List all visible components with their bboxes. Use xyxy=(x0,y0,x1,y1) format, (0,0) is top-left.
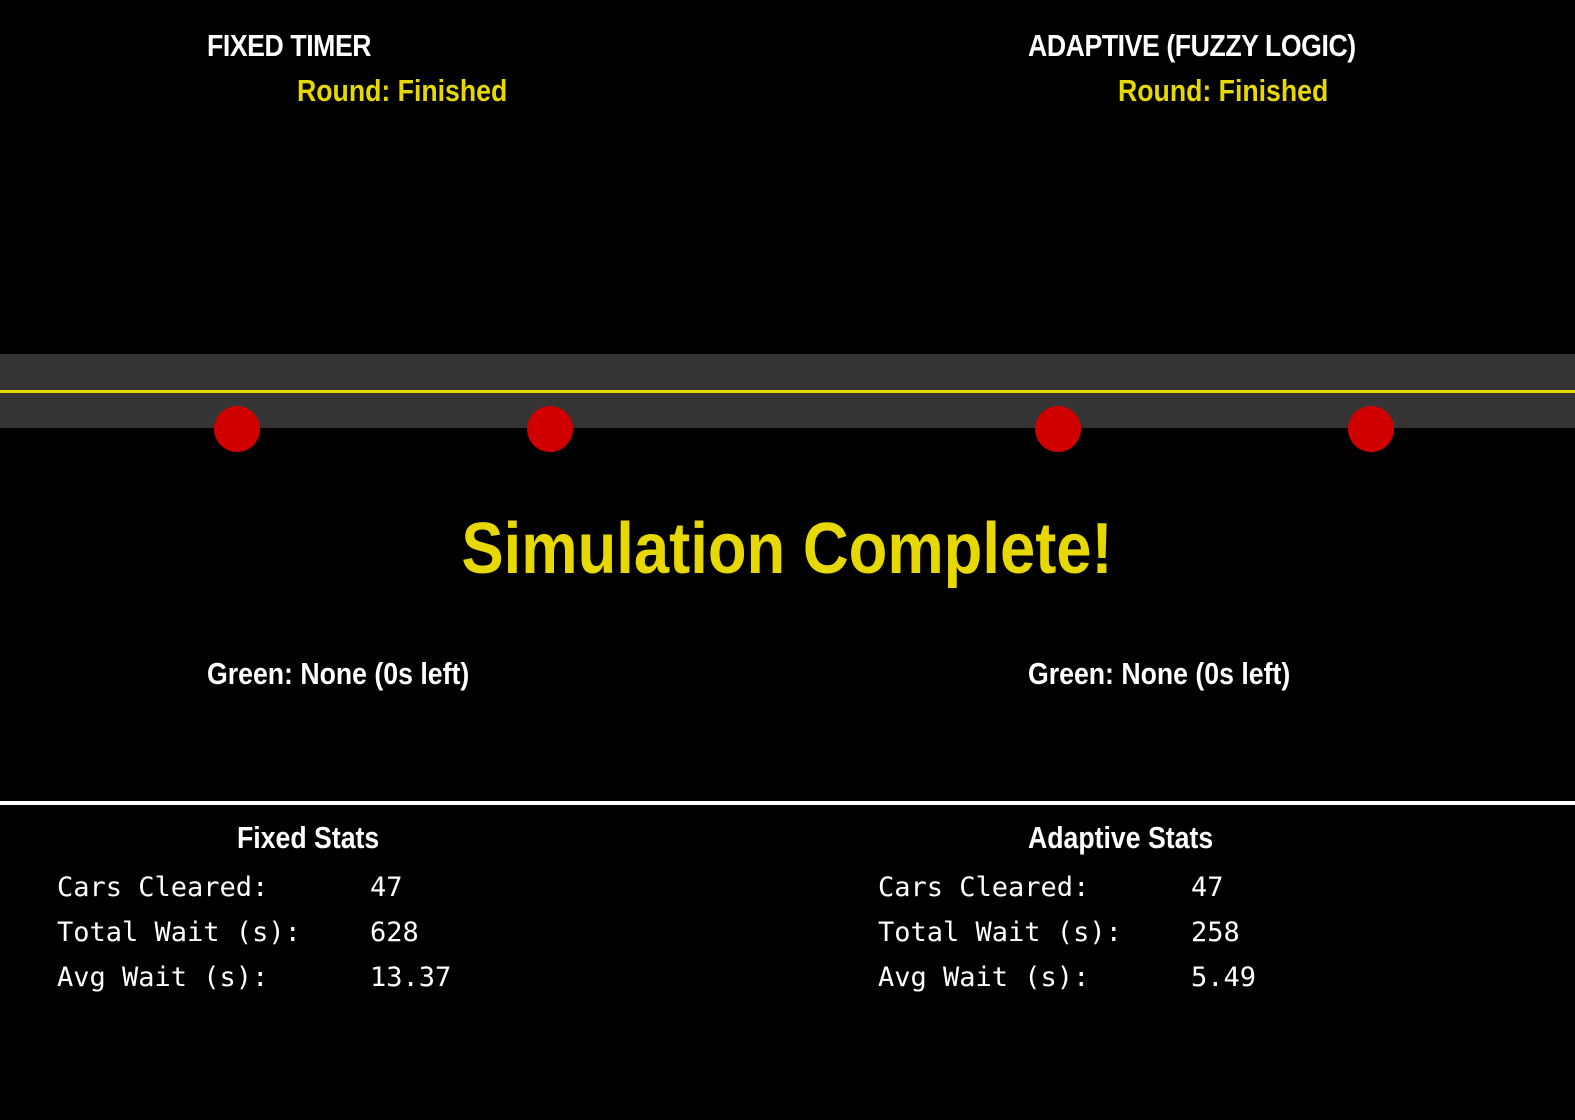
adaptive-stats-title: Adaptive Stats xyxy=(1028,820,1214,855)
stat-value: 13.37 xyxy=(370,962,452,993)
adaptive-light-1 xyxy=(1035,406,1081,452)
adaptive-stat-row: Avg Wait (s): xyxy=(878,962,1089,993)
adaptive-stat-row: Cars Cleared: xyxy=(878,872,1089,903)
adaptive-green-status: Green: None (0s left) xyxy=(1028,656,1291,691)
adaptive-panel-title: ADAPTIVE (FUZZY LOGIC) xyxy=(1028,28,1356,63)
banner-text: Simulation Complete! xyxy=(461,509,1114,589)
fixed-stat-row: Cars Cleared: xyxy=(57,872,268,903)
stat-label: Avg Wait (s): xyxy=(57,962,269,993)
fixed-stat-row: Total Wait (s): xyxy=(57,917,301,948)
fixed-light-1 xyxy=(214,406,260,452)
adaptive-stat-value: 258 xyxy=(1191,917,1240,948)
lane-divider-line xyxy=(0,390,1575,393)
fixed-panel-title: FIXED TIMER xyxy=(207,28,372,63)
stat-label: Total Wait (s): xyxy=(57,917,301,948)
adaptive-stat-value: 5.49 xyxy=(1191,962,1256,993)
adaptive-stat-row: Total Wait (s): xyxy=(878,917,1122,948)
fixed-green-status: Green: None (0s left) xyxy=(207,656,470,691)
fixed-stats-title: Fixed Stats xyxy=(237,820,380,855)
fixed-round-status: Round: Finished xyxy=(297,73,508,108)
stat-label: Total Wait (s): xyxy=(878,917,1122,948)
simulation-complete-banner: Simulation Complete! xyxy=(0,508,1575,590)
stat-value: 47 xyxy=(370,872,403,903)
stat-label: Avg Wait (s): xyxy=(878,962,1090,993)
stat-value: 5.49 xyxy=(1191,962,1257,993)
fixed-stat-value: 13.37 xyxy=(370,962,451,993)
stat-label: Cars Cleared: xyxy=(878,872,1090,903)
stat-value: 628 xyxy=(370,917,419,948)
fixed-light-2 xyxy=(527,406,573,452)
stat-label: Cars Cleared: xyxy=(57,872,269,903)
adaptive-stat-value: 47 xyxy=(1191,872,1224,903)
fixed-stat-value: 628 xyxy=(370,917,419,948)
adaptive-light-2 xyxy=(1348,406,1394,452)
fixed-stat-row: Avg Wait (s): xyxy=(57,962,268,993)
stat-value: 47 xyxy=(1191,872,1224,903)
adaptive-round-status: Round: Finished xyxy=(1118,73,1329,108)
stat-value: 258 xyxy=(1191,917,1240,948)
fixed-stat-value: 47 xyxy=(370,872,403,903)
stats-divider xyxy=(0,801,1575,805)
